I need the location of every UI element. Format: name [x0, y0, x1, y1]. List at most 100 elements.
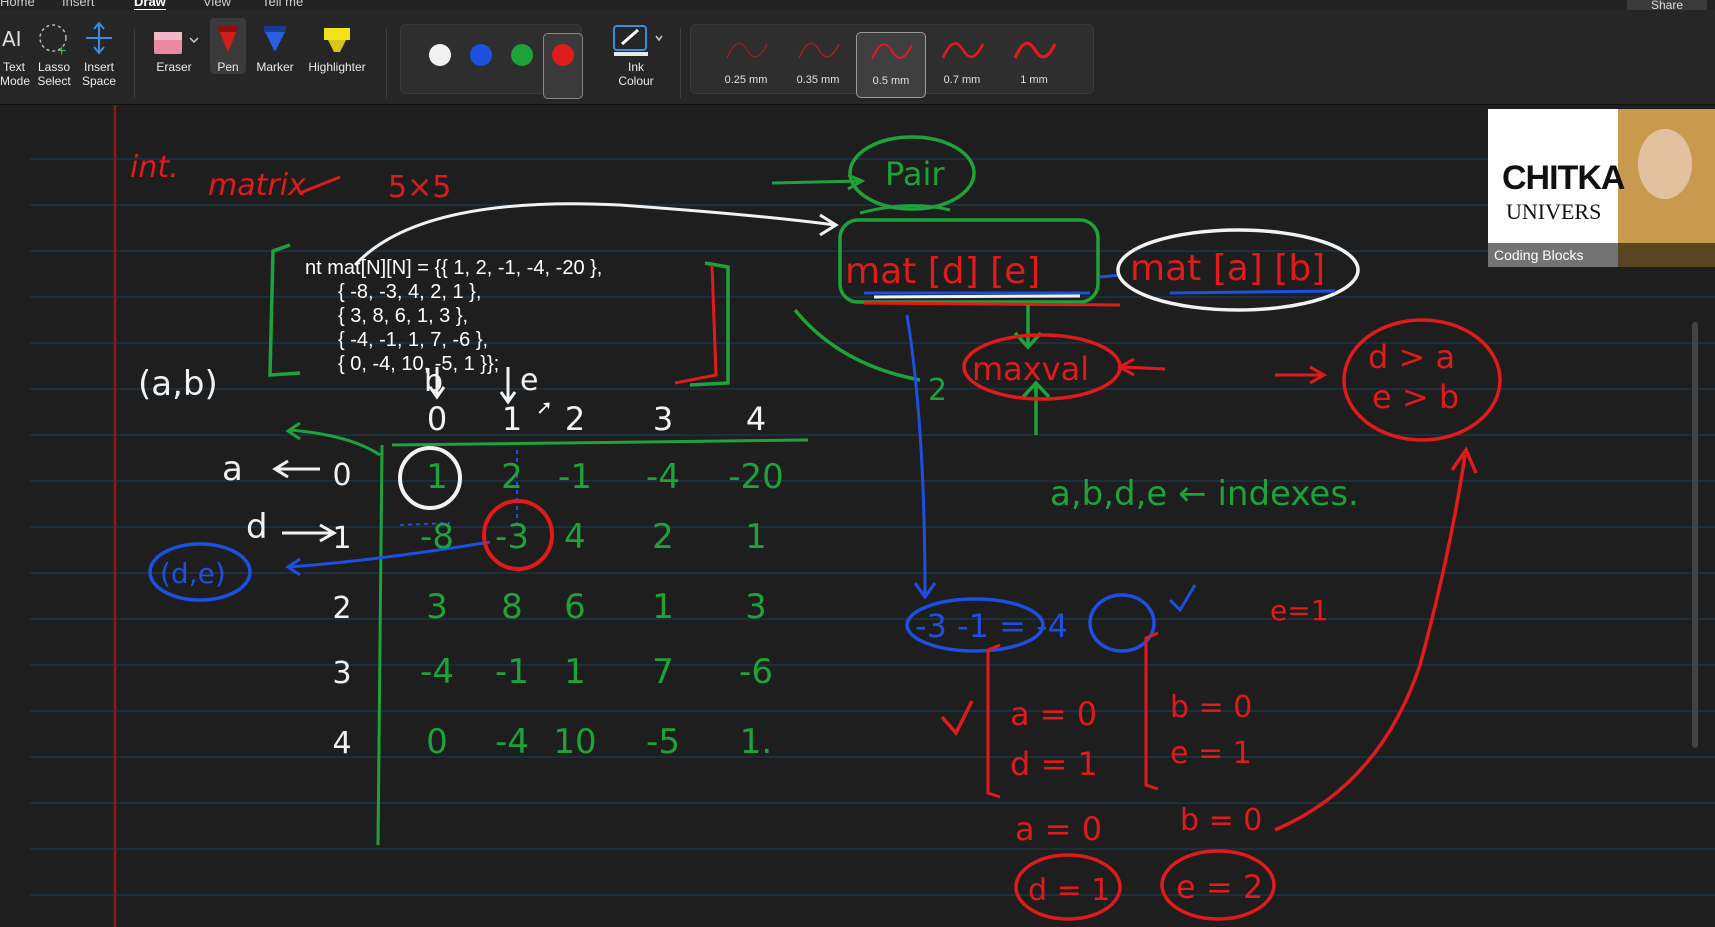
colour-blue-swatch[interactable]	[470, 44, 492, 66]
pen-label: Pen	[217, 60, 239, 74]
colour-red-swatch[interactable]	[552, 44, 574, 66]
check-icon	[1168, 584, 1197, 613]
pen-icon	[210, 18, 246, 60]
svg-text:+: +	[57, 43, 66, 58]
lasso-select-button[interactable]: + Lasso Select	[33, 18, 75, 88]
colour-green-swatch[interactable]	[511, 44, 533, 66]
note-e-eq-1: e=1	[1270, 594, 1329, 627]
matrix-cell: -3	[495, 517, 529, 557]
eraser-button[interactable]: Eraser	[148, 18, 200, 74]
arrow-stroke	[771, 173, 866, 191]
ribbon-divider	[680, 28, 681, 98]
matrix-cell: 7	[652, 652, 674, 692]
marker-icon	[254, 18, 296, 60]
note-b0-bottom: b = 0	[1180, 803, 1262, 838]
matrix-cell: 3	[745, 587, 767, 627]
note-mat-de: mat [d] [e]	[845, 251, 1040, 292]
matrix-cell: -6	[739, 652, 773, 692]
ribbon-divider	[386, 28, 387, 98]
tab-view[interactable]: View	[203, 0, 231, 9]
matrix-cell: -8	[420, 517, 454, 557]
colour-white-swatch[interactable]	[429, 44, 451, 66]
matrix-col-header: 1	[502, 400, 522, 438]
arrow-stroke	[905, 314, 927, 596]
matrix-left-line	[376, 444, 384, 846]
note-canvas[interactable]: int. matrix 5×5 (a,b) b e a d (d,e) Pair…	[0, 105, 1715, 927]
thickness-0-5mm[interactable]: 0.5 mm	[856, 32, 926, 98]
matrix-cell: 2	[501, 457, 523, 497]
matrix-cell: 3	[426, 587, 448, 627]
matrix-cell: -4	[495, 722, 529, 762]
thickness-label: 0.35 mm	[796, 74, 840, 86]
thickness-0-35mm[interactable]: 0.35 mm	[784, 32, 852, 96]
matrix-cell: 1	[652, 587, 674, 627]
selected-colour-outline	[543, 33, 583, 99]
thickness-1mm[interactable]: 1 mm	[1000, 32, 1068, 96]
code-bracket-right	[689, 261, 730, 387]
code-bracket-left	[268, 243, 301, 377]
ink-colour-button[interactable]: Ink Colour	[604, 18, 668, 88]
note-maxval: maxval	[972, 350, 1089, 388]
arrow-stroke	[289, 540, 491, 569]
note-cond1: d > a	[1368, 338, 1455, 376]
note-pair: Pair	[885, 155, 945, 193]
tab-insert[interactable]: Insert	[62, 0, 95, 9]
ink-colour-label: Ink Colour	[618, 60, 654, 88]
note-int: int.	[130, 150, 179, 185]
note-d1: d = 1	[1010, 745, 1098, 783]
matrix-row-header: 1	[332, 521, 351, 556]
matrix-cell: 1	[426, 457, 448, 497]
matrix-cell: -1	[495, 652, 529, 692]
mouse-cursor-icon: ➚	[536, 397, 553, 419]
arrow-stroke	[1116, 357, 1166, 377]
squiggle-icon	[798, 42, 840, 59]
matrix-cell: 6	[564, 587, 586, 627]
underline	[1169, 289, 1336, 295]
pen-button[interactable]: Pen	[210, 18, 246, 74]
ribbon-divider	[134, 28, 135, 98]
note-ab: (a,b)	[138, 364, 218, 404]
arrow-stroke	[353, 202, 836, 267]
presenter-face	[1638, 129, 1692, 199]
lasso-icon: +	[33, 18, 75, 60]
matrix-cell: 2	[652, 517, 674, 557]
underline	[873, 294, 1081, 299]
note-e: e	[520, 363, 538, 398]
ink-colour-icon	[604, 18, 668, 60]
insert-space-button[interactable]: Insert Space	[78, 18, 120, 88]
matrix-row-header: 3	[332, 656, 351, 691]
matrix-cell: 1	[745, 517, 767, 557]
matrix-cell: -4	[420, 652, 454, 692]
note-calc: -3 -1 = -4	[915, 607, 1068, 645]
tab-home[interactable]: Home	[0, 0, 35, 9]
insert-space-icon	[78, 18, 120, 60]
squiggle-icon	[871, 43, 913, 60]
matrix-row-header: 0	[332, 458, 351, 493]
svg-text:AI: AI	[2, 27, 22, 51]
note-d-label: d	[246, 507, 268, 547]
matrix-col-header: 0	[427, 400, 447, 438]
squiggle-icon	[941, 42, 985, 59]
marker-button[interactable]: Marker	[254, 18, 296, 74]
eraser-label: Eraser	[156, 60, 192, 74]
text-mode-button[interactable]: AI Text Mode	[0, 18, 30, 88]
note-indexes: a,b,d,e ← indexes.	[1050, 474, 1359, 514]
text-mode-icon: AI	[0, 18, 28, 60]
thickness-0-25mm[interactable]: 0.25 mm	[712, 32, 780, 96]
thickness-0-7mm[interactable]: 0.7 mm	[928, 32, 996, 96]
arrow-stroke	[299, 175, 341, 195]
matrix-values: 0 1 2 3 4 0 1 2 3 4 1 2 -1 -4 -20 -8 -3 4 2 1 3 8 6 1 3 -4 -1 1 7 -6 0…	[332, 400, 783, 762]
thickness-label: 0.5 mm	[872, 75, 910, 87]
note-e1: e = 1	[1170, 736, 1252, 771]
brand-line-2: UNIVERS	[1506, 199, 1602, 224]
note-a-label: a	[222, 449, 243, 489]
matrix-cell: 8	[501, 587, 523, 627]
arrow-stroke	[289, 428, 381, 457]
tab-tell-me[interactable]: Tell me	[262, 0, 303, 9]
marker-label: Marker	[256, 60, 294, 74]
matrix-cell: -4	[646, 457, 680, 497]
thickness-label: 0.25 mm	[724, 74, 768, 86]
matrix-cell: -5	[646, 722, 680, 762]
code-line-1: nt mat[N][N] = {{ 1, 2, -1, -4, -20 },	[305, 257, 603, 279]
highlighter-button[interactable]: Highlighter	[302, 18, 372, 74]
